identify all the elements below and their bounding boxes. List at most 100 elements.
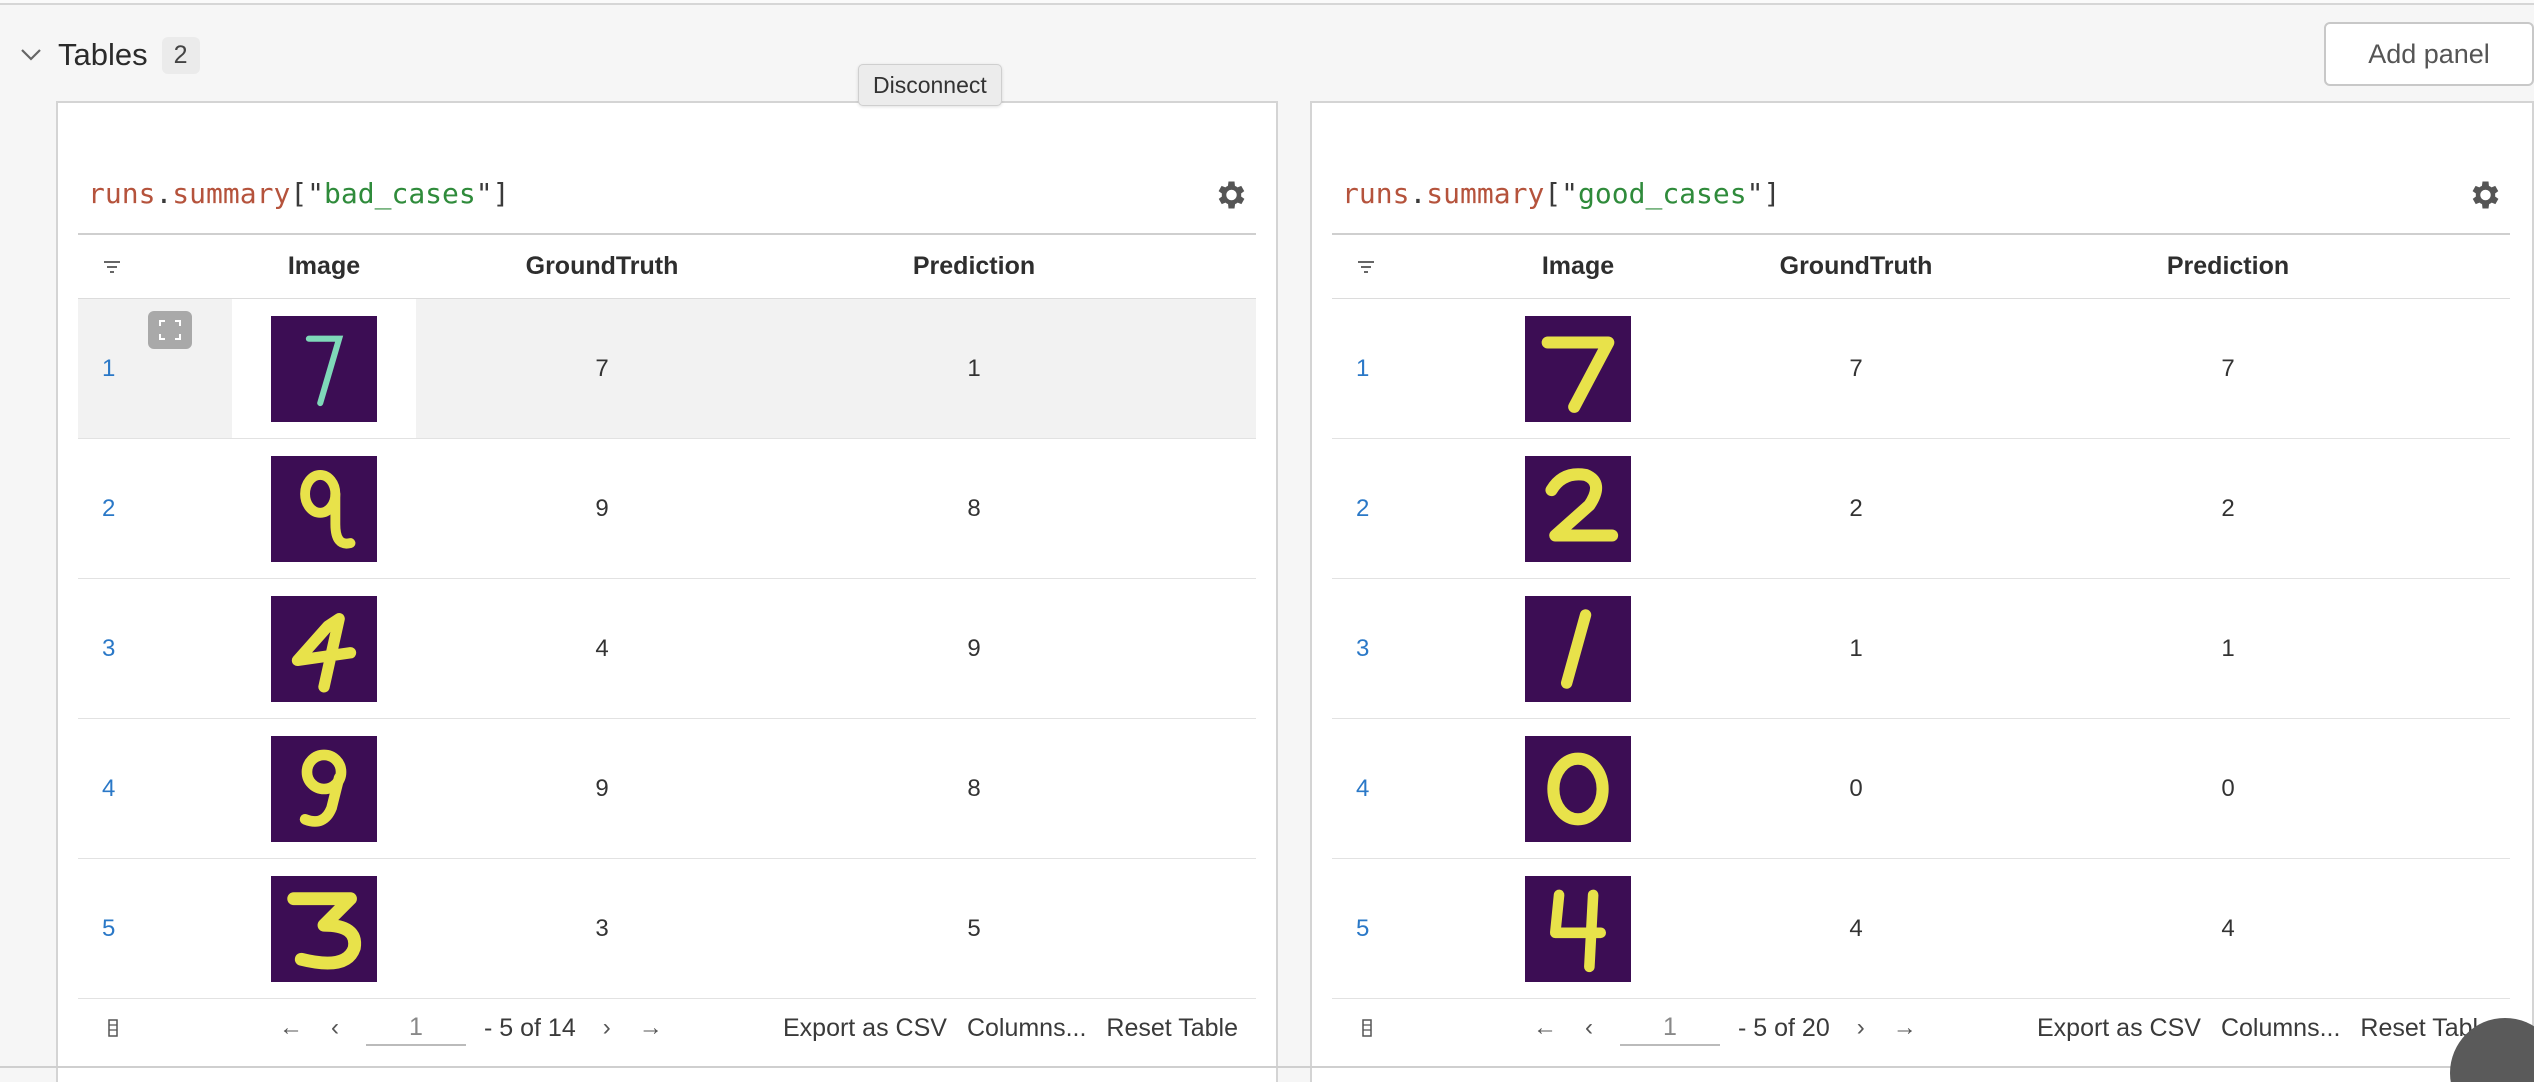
column-settings-icon[interactable] [78,1019,148,1037]
row-number-link[interactable]: 2 [1356,495,1369,523]
digit-thumbnail[interactable] [1525,735,1631,842]
prev-page-icon[interactable]: ‹ [1576,1014,1602,1042]
digit-thumbnail[interactable] [271,455,377,562]
column-header-prediction[interactable]: Prediction [2042,235,2414,298]
top-divider [0,0,2534,5]
export-csv-button[interactable]: Export as CSV [783,1014,947,1043]
expr-attribute: summary [1426,177,1545,210]
digit-thumbnail[interactable] [1525,315,1631,422]
chevron-down-icon[interactable] [18,42,44,68]
bottom-divider [0,1066,2534,1068]
digit-thumbnail[interactable] [1525,455,1631,562]
table-row[interactable]: 4 0 0 [1332,719,2510,859]
column-header-image[interactable]: Image [1486,235,1670,298]
export-csv-button[interactable]: Export as CSV [2037,1014,2201,1043]
next-page-icon[interactable]: › [1848,1014,1874,1042]
section-count-badge: 2 [161,36,200,74]
groundtruth-cell: 9 [595,774,609,802]
row-number-link[interactable]: 5 [1356,915,1369,943]
first-page-icon[interactable]: ← [278,1014,304,1042]
groundtruth-cell: 4 [1849,914,1863,942]
groundtruth-cell: 2 [1849,494,1863,522]
columns-button[interactable]: Columns... [967,1014,1086,1043]
column-header-image[interactable]: Image [232,235,416,298]
expr-key: good_cases [1578,177,1747,210]
section-title: Tables [58,37,148,72]
digit-thumbnail[interactable] [1525,875,1631,982]
disconnect-tooltip: Disconnect [858,64,1002,106]
table-row[interactable]: 2 2 2 [1332,439,2510,579]
last-page-icon[interactable]: → [1892,1014,1918,1042]
table-row[interactable]: 1 7 7 [1332,299,2510,439]
prediction-cell: 5 [967,914,981,942]
results-table: Image GroundTruth Prediction 1 7 7 2 2 2… [1332,233,2510,999]
page-range-label: - 5 of 20 [1738,1013,1830,1042]
pagination: ← ‹ - 5 of 14 › → [278,1010,664,1046]
prediction-cell: 1 [788,299,1160,438]
row-number-link[interactable]: 2 [102,495,115,523]
expr-object: runs [1342,177,1410,210]
table-row[interactable]: 3 1 1 [1332,579,2510,719]
digit-thumbnail[interactable] [271,875,377,982]
gear-icon[interactable] [1212,177,1248,213]
last-page-icon[interactable]: → [638,1014,664,1042]
groundtruth-cell: 1 [1849,634,1863,662]
filter-icon[interactable] [78,235,232,298]
row-number-link[interactable]: 1 [102,355,115,383]
prediction-cell: 1 [2221,634,2235,662]
column-header-groundtruth[interactable]: GroundTruth [1670,235,2042,298]
digit-thumbnail[interactable] [271,315,377,422]
good-cases-panel: runs.summary["good_cases"] Image GroundT… [1310,101,2534,1082]
groundtruth-cell: 4 [595,634,609,662]
groundtruth-cell: 9 [595,494,609,522]
page-range-label: - 5 of 14 [484,1013,576,1042]
groundtruth-cell: 0 [1849,774,1863,802]
gear-icon[interactable] [2466,177,2502,213]
groundtruth-cell: 7 [1849,354,1863,382]
prev-page-icon[interactable]: ‹ [322,1014,348,1042]
table-row[interactable]: 4 9 8 [78,719,1256,859]
table-row[interactable]: 5 3 5 [78,859,1256,999]
table-header: Image GroundTruth Prediction [1332,235,2510,299]
column-settings-icon[interactable] [1332,1019,1402,1037]
digit-thumbnail[interactable] [271,595,377,702]
section-header[interactable]: Tables 2 [18,30,200,80]
row-number-link[interactable]: 3 [1356,635,1369,663]
expr-attribute: summary [172,177,291,210]
pagination: ← ‹ - 5 of 20 › → [1532,1010,1918,1046]
page-number-input[interactable] [1620,1010,1720,1046]
bad-cases-panel: runs.summary["bad_cases"] Image GroundTr… [56,101,1278,1082]
row-number-link[interactable]: 5 [102,915,115,943]
table-row[interactable]: 5 4 4 [1332,859,2510,999]
table-footer: ← ‹ - 5 of 14 › → Export as CSV Columns.… [78,993,1256,1063]
prediction-cell: 7 [2221,354,2235,382]
prediction-cell: 8 [967,774,981,802]
expr-object: runs [88,177,156,210]
table-row[interactable]: 3 4 9 [78,579,1256,719]
page-number-input[interactable] [366,1010,466,1046]
filter-icon[interactable] [1332,235,1486,298]
panel-expression[interactable]: runs.summary["bad_cases"] [88,177,509,210]
expand-icon[interactable] [148,311,192,349]
groundtruth-cell: 3 [595,914,609,942]
row-number-link[interactable]: 1 [1356,355,1369,383]
add-panel-button[interactable]: Add panel [2324,22,2534,86]
digit-thumbnail[interactable] [271,735,377,842]
row-number-link[interactable]: 3 [102,635,115,663]
first-page-icon[interactable]: ← [1532,1014,1558,1042]
expr-key: bad_cases [324,177,476,210]
column-header-prediction[interactable]: Prediction [788,235,1160,298]
row-number-link[interactable]: 4 [102,775,115,803]
prediction-cell: 8 [967,494,981,522]
table-row[interactable]: 2 9 8 [78,439,1256,579]
table-row[interactable]: 1 7 1 [78,299,1256,439]
prediction-cell: 2 [2221,494,2235,522]
columns-button[interactable]: Columns... [2221,1014,2340,1043]
prediction-cell: 9 [967,634,981,662]
row-number-link[interactable]: 4 [1356,775,1369,803]
column-header-groundtruth[interactable]: GroundTruth [416,235,788,298]
digit-thumbnail[interactable] [1525,595,1631,702]
panel-expression[interactable]: runs.summary["good_cases"] [1342,177,1780,210]
next-page-icon[interactable]: › [594,1014,620,1042]
reset-table-button[interactable]: Reset Table [1106,1014,1238,1043]
